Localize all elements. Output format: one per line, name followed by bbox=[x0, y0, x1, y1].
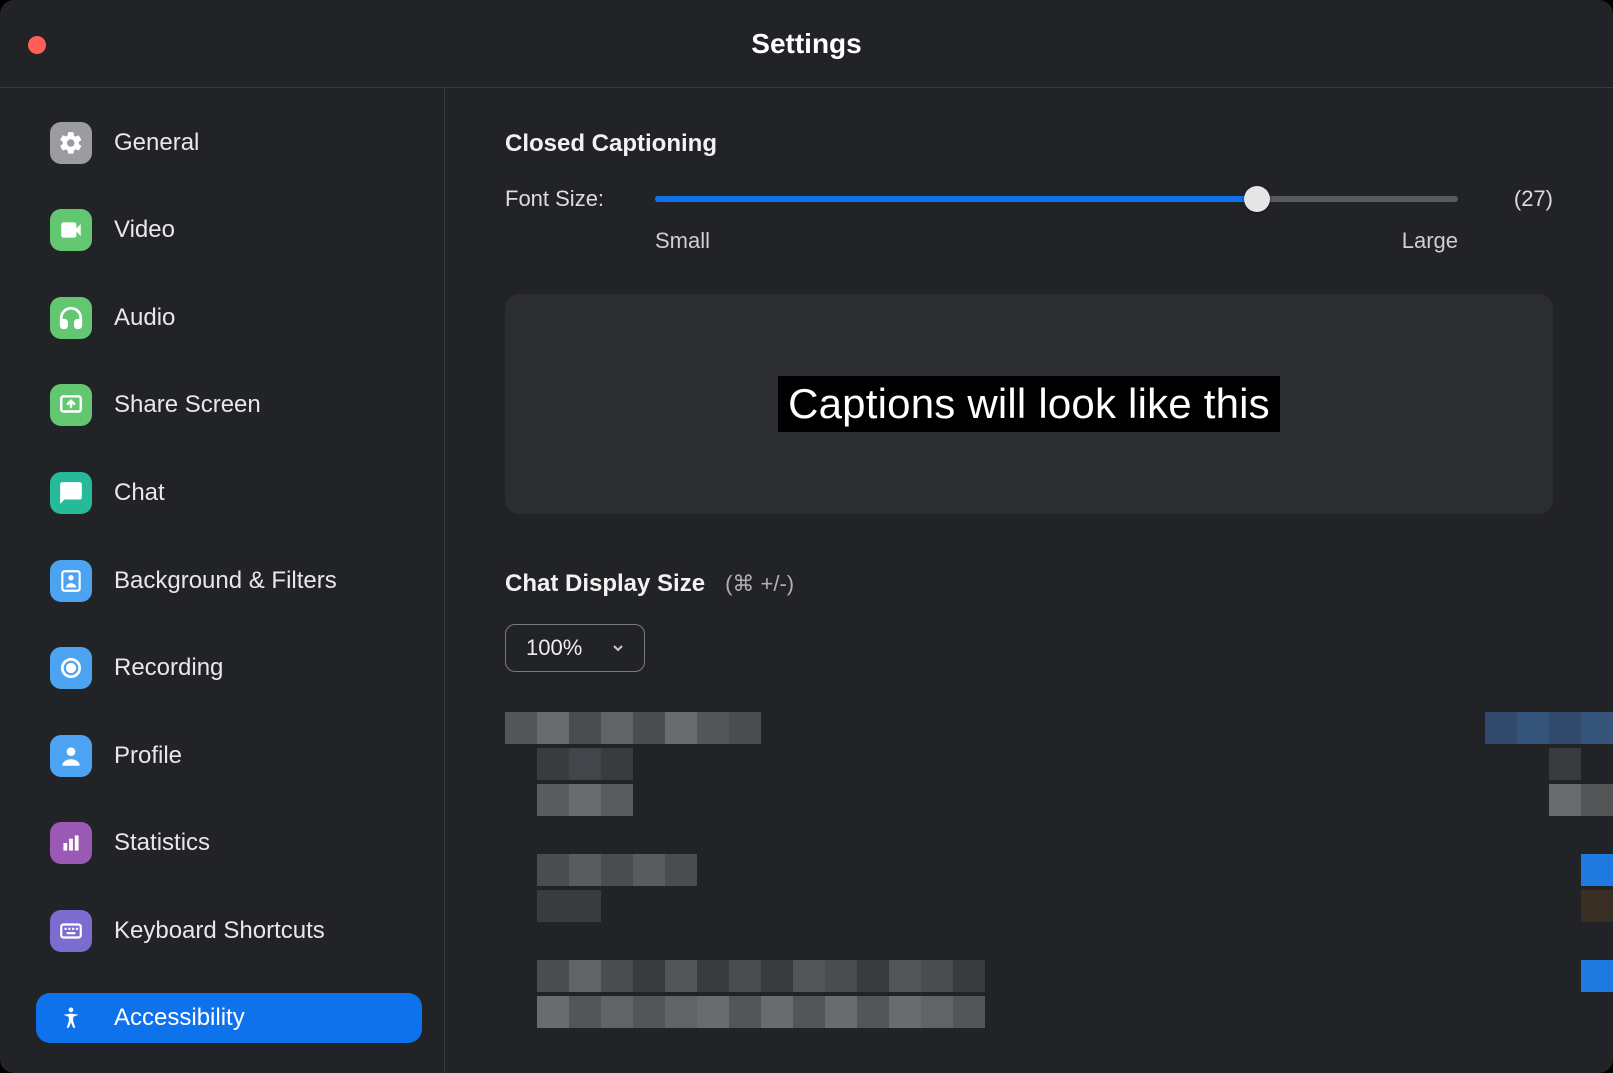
chat-display-size-select[interactable]: 100% bbox=[505, 624, 645, 672]
video-camera-icon bbox=[50, 209, 92, 251]
sidebar-item-label: Share Screen bbox=[114, 391, 261, 419]
sidebar-item-label: Chat bbox=[114, 479, 165, 507]
titlebar: Settings bbox=[0, 0, 1613, 88]
slider-thumb[interactable] bbox=[1244, 186, 1270, 212]
sidebar-item-accessibility[interactable]: Accessibility bbox=[36, 993, 422, 1043]
person-icon bbox=[50, 735, 92, 777]
chat-display-size-title: Chat Display Size bbox=[505, 570, 705, 598]
sidebar-item-label: Profile bbox=[114, 742, 182, 770]
gear-icon bbox=[50, 122, 92, 164]
sidebar-item-video[interactable]: Video bbox=[36, 206, 422, 256]
sidebar-item-label: Video bbox=[114, 216, 175, 244]
closed-captioning-title: Closed Captioning bbox=[505, 130, 1553, 158]
sidebar: General Video Audio Share Screen bbox=[0, 88, 445, 1073]
sidebar-item-label: Statistics bbox=[114, 829, 210, 857]
sidebar-item-keyboard-shortcuts[interactable]: Keyboard Shortcuts bbox=[36, 906, 422, 956]
sidebar-item-recording[interactable]: Recording bbox=[36, 643, 422, 693]
chat-display-size-hint: (⌘ +/-) bbox=[725, 571, 794, 597]
portrait-icon bbox=[50, 560, 92, 602]
sidebar-item-label: Background & Filters bbox=[114, 567, 337, 595]
sidebar-item-general[interactable]: General bbox=[36, 118, 422, 168]
sidebar-item-label: Accessibility bbox=[114, 1004, 245, 1032]
sidebar-item-profile[interactable]: Profile bbox=[36, 731, 422, 781]
window-body: General Video Audio Share Screen bbox=[0, 88, 1613, 1073]
settings-window: Settings General Video Audio bbox=[0, 0, 1613, 1073]
close-window-button[interactable] bbox=[28, 36, 46, 54]
caption-preview-text: Captions will look like this bbox=[778, 376, 1280, 432]
chat-bubble-icon bbox=[50, 472, 92, 514]
share-screen-icon bbox=[50, 384, 92, 426]
tick-small: Small bbox=[655, 228, 710, 254]
record-icon bbox=[50, 647, 92, 689]
sidebar-item-label: Recording bbox=[114, 654, 223, 682]
sidebar-item-statistics[interactable]: Statistics bbox=[36, 818, 422, 868]
sidebar-item-chat[interactable]: Chat bbox=[36, 468, 422, 518]
sidebar-item-background-filters[interactable]: Background & Filters bbox=[36, 556, 422, 606]
bar-chart-icon bbox=[50, 822, 92, 864]
sidebar-item-label: General bbox=[114, 129, 199, 157]
settings-panel-accessibility: Closed Captioning Font Size: (27) Small … bbox=[445, 88, 1613, 1073]
font-size-value: (27) bbox=[1498, 186, 1553, 212]
sidebar-item-share-screen[interactable]: Share Screen bbox=[36, 381, 422, 431]
obscured-content bbox=[505, 712, 1553, 1028]
tick-large: Large bbox=[1402, 228, 1458, 254]
accessibility-icon bbox=[50, 997, 92, 1039]
window-controls bbox=[28, 36, 46, 54]
font-size-row: Font Size: (27) bbox=[505, 186, 1553, 212]
sidebar-item-label: Keyboard Shortcuts bbox=[114, 917, 325, 945]
headphones-icon bbox=[50, 297, 92, 339]
keyboard-icon bbox=[50, 910, 92, 952]
caption-preview: Captions will look like this bbox=[505, 294, 1553, 514]
window-title: Settings bbox=[751, 28, 861, 60]
chevron-down-icon bbox=[610, 640, 626, 656]
slider-tick-labels: Small Large bbox=[655, 228, 1458, 254]
sidebar-item-audio[interactable]: Audio bbox=[36, 293, 422, 343]
sidebar-item-label: Audio bbox=[114, 304, 175, 332]
chat-display-size-row: Chat Display Size (⌘ +/-) bbox=[505, 570, 1553, 598]
font-size-label: Font Size: bbox=[505, 186, 615, 212]
font-size-slider[interactable] bbox=[655, 196, 1458, 202]
select-value: 100% bbox=[526, 635, 582, 661]
